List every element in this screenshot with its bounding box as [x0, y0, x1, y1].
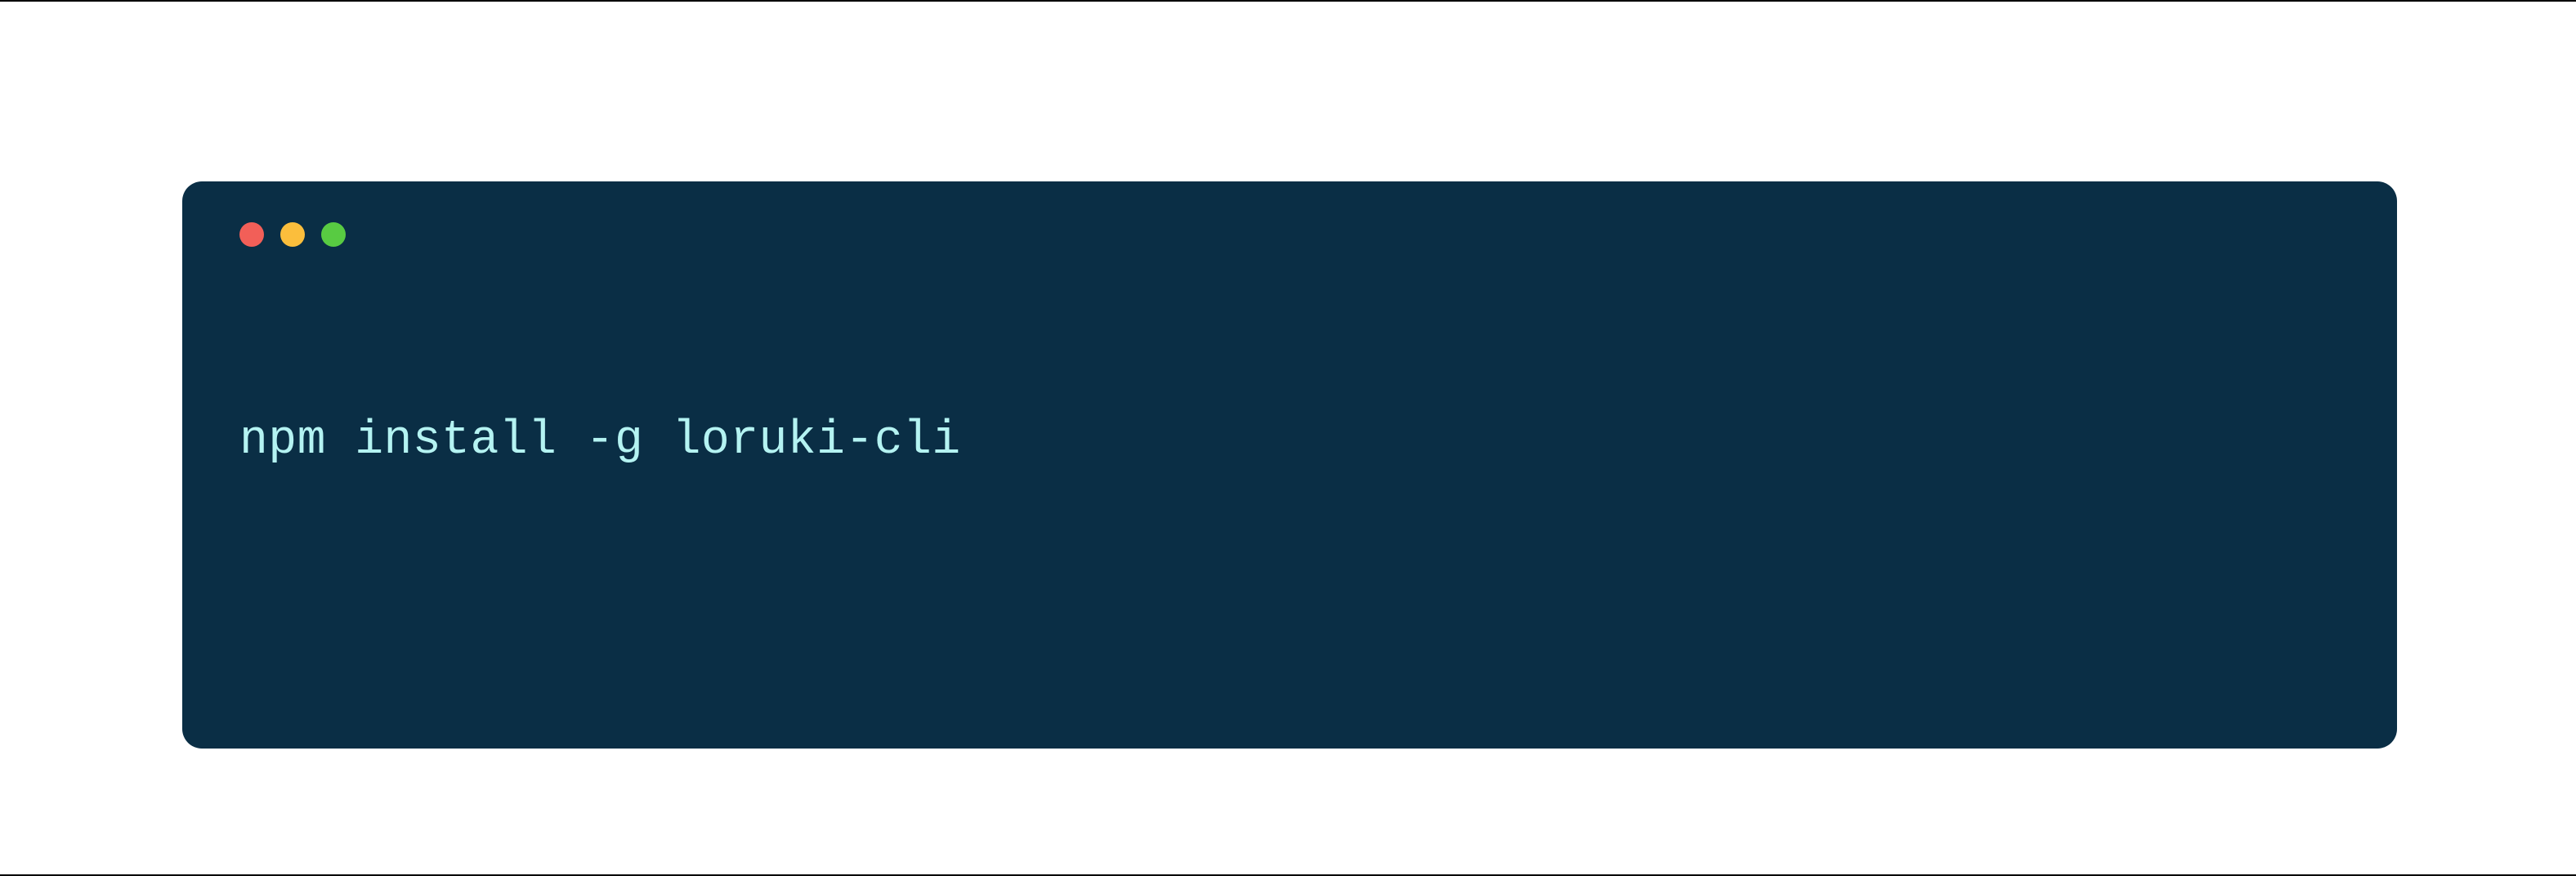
- terminal-content: npm install -g loruki-cli: [239, 414, 2340, 467]
- minimize-icon[interactable]: [280, 222, 305, 247]
- command-text: npm install -g loruki-cli: [239, 414, 2340, 467]
- window-controls: [239, 222, 2340, 247]
- maximize-icon[interactable]: [321, 222, 346, 247]
- close-icon[interactable]: [239, 222, 264, 247]
- terminal-window: npm install -g loruki-cli: [182, 181, 2397, 749]
